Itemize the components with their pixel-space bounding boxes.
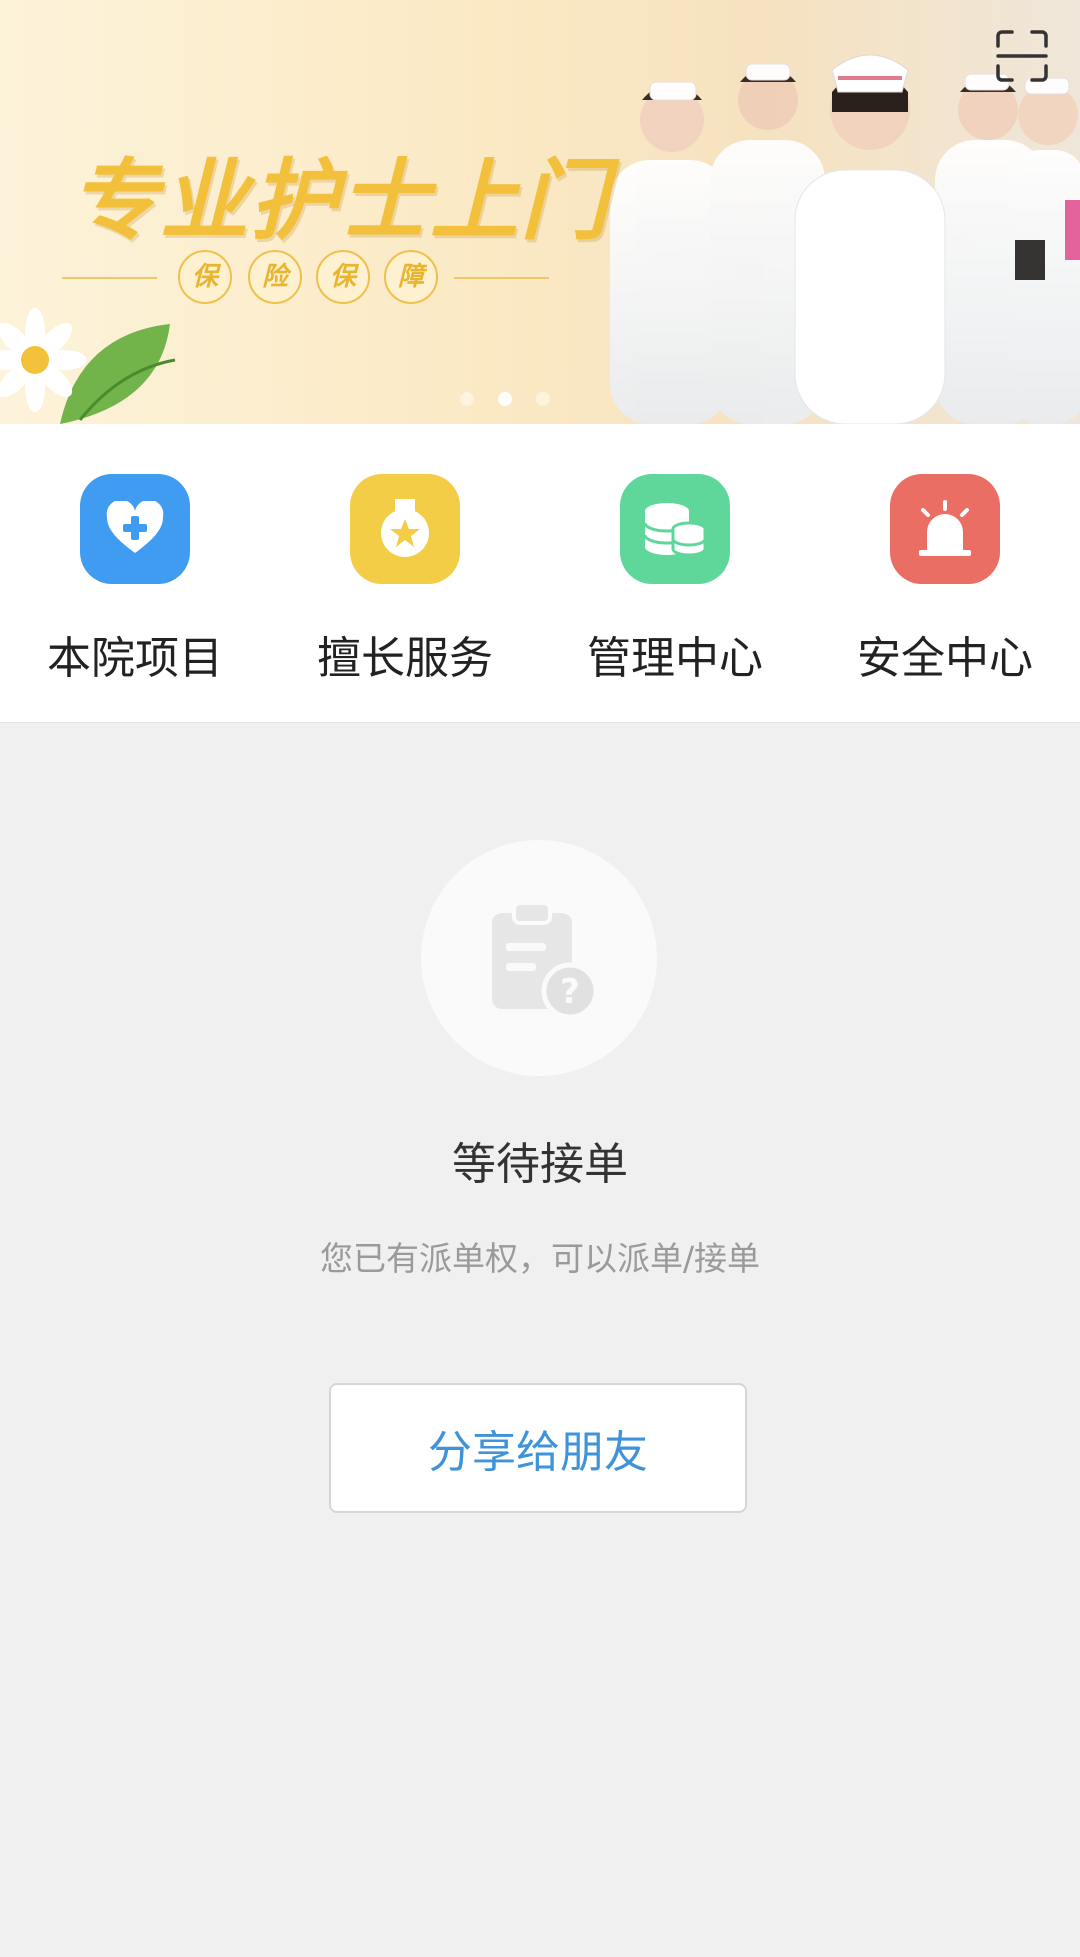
badge: 保 [178, 250, 232, 304]
database-icon [620, 474, 730, 584]
clipboard-question-icon: ? [421, 840, 657, 1076]
badge: 障 [384, 250, 438, 304]
badge: 保 [316, 250, 370, 304]
scan-icon[interactable] [994, 28, 1050, 84]
nav-label: 安全中心 [857, 633, 1033, 684]
share-to-friends-button[interactable]: 分享给朋友 [329, 1383, 747, 1513]
carousel-dot[interactable] [536, 392, 550, 406]
nav-label: 管理中心 [587, 633, 763, 684]
badge-line-left [62, 277, 157, 279]
empty-state-subtitle: 您已有派单权，可以派单/接单 [319, 1239, 761, 1278]
svg-text:?: ? [560, 972, 580, 1012]
nav-label: 本院项目 [47, 633, 223, 684]
insurance-badges: 保 险 保 障 [62, 250, 552, 306]
nav-label: 擅长服务 [317, 633, 493, 684]
nav-item-management-center[interactable]: 管理中心 [540, 424, 810, 722]
nav-item-hospital-projects[interactable]: 本院项目 [0, 424, 270, 722]
badge: 险 [248, 250, 302, 304]
empty-state-title: 等待接单 [452, 1139, 628, 1190]
medal-icon [350, 474, 460, 584]
banner-title: 专业护士上门 [70, 148, 611, 252]
nav-item-specialty-services[interactable]: 擅长服务 [270, 424, 540, 722]
carousel-dot[interactable] [460, 392, 474, 406]
heart-plus-icon [80, 474, 190, 584]
carousel-dot-active[interactable] [498, 392, 512, 406]
alarm-light-icon [890, 474, 1000, 584]
badge-line-right [454, 277, 549, 279]
nav-item-safety-center[interactable]: 安全中心 [810, 424, 1080, 722]
feature-nav: 本院项目 擅长服务 管理中心 安全中心 [0, 424, 1080, 723]
carousel-indicator [460, 392, 550, 406]
promo-banner[interactable]: 专业护士上门 保 险 保 障 [0, 0, 1080, 424]
flower-decoration [0, 308, 176, 424]
